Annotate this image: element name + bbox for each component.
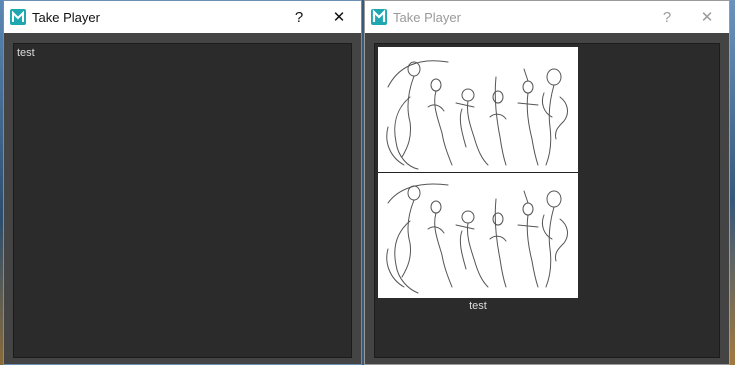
content-panel[interactable]: test — [374, 43, 720, 358]
take-thumbnail[interactable] — [378, 47, 578, 298]
window-title: Take Player — [32, 9, 100, 25]
thumbnail-caption: test — [469, 300, 487, 312]
take-player-window-left: Take Player ? ✕ test — [3, 0, 362, 365]
content-text: test — [17, 47, 35, 59]
take-player-window-right: Take Player ? ✕ test — [364, 0, 730, 365]
close-button[interactable]: ✕ — [319, 1, 359, 33]
sketch-image-bottom — [386, 183, 568, 294]
maya-icon — [10, 9, 26, 25]
content-panel[interactable]: test — [13, 43, 352, 358]
window-title: Take Player — [393, 9, 461, 25]
titlebar[interactable]: Take Player ? ✕ — [4, 1, 361, 33]
titlebar[interactable]: Take Player ? ✕ — [365, 1, 729, 33]
help-button[interactable]: ? — [279, 1, 319, 33]
desktop-background-right — [730, 0, 735, 365]
help-button[interactable]: ? — [647, 1, 687, 33]
close-button[interactable]: ✕ — [687, 1, 727, 33]
maya-m-icon — [371, 9, 387, 25]
sketch-image-top — [386, 60, 568, 170]
